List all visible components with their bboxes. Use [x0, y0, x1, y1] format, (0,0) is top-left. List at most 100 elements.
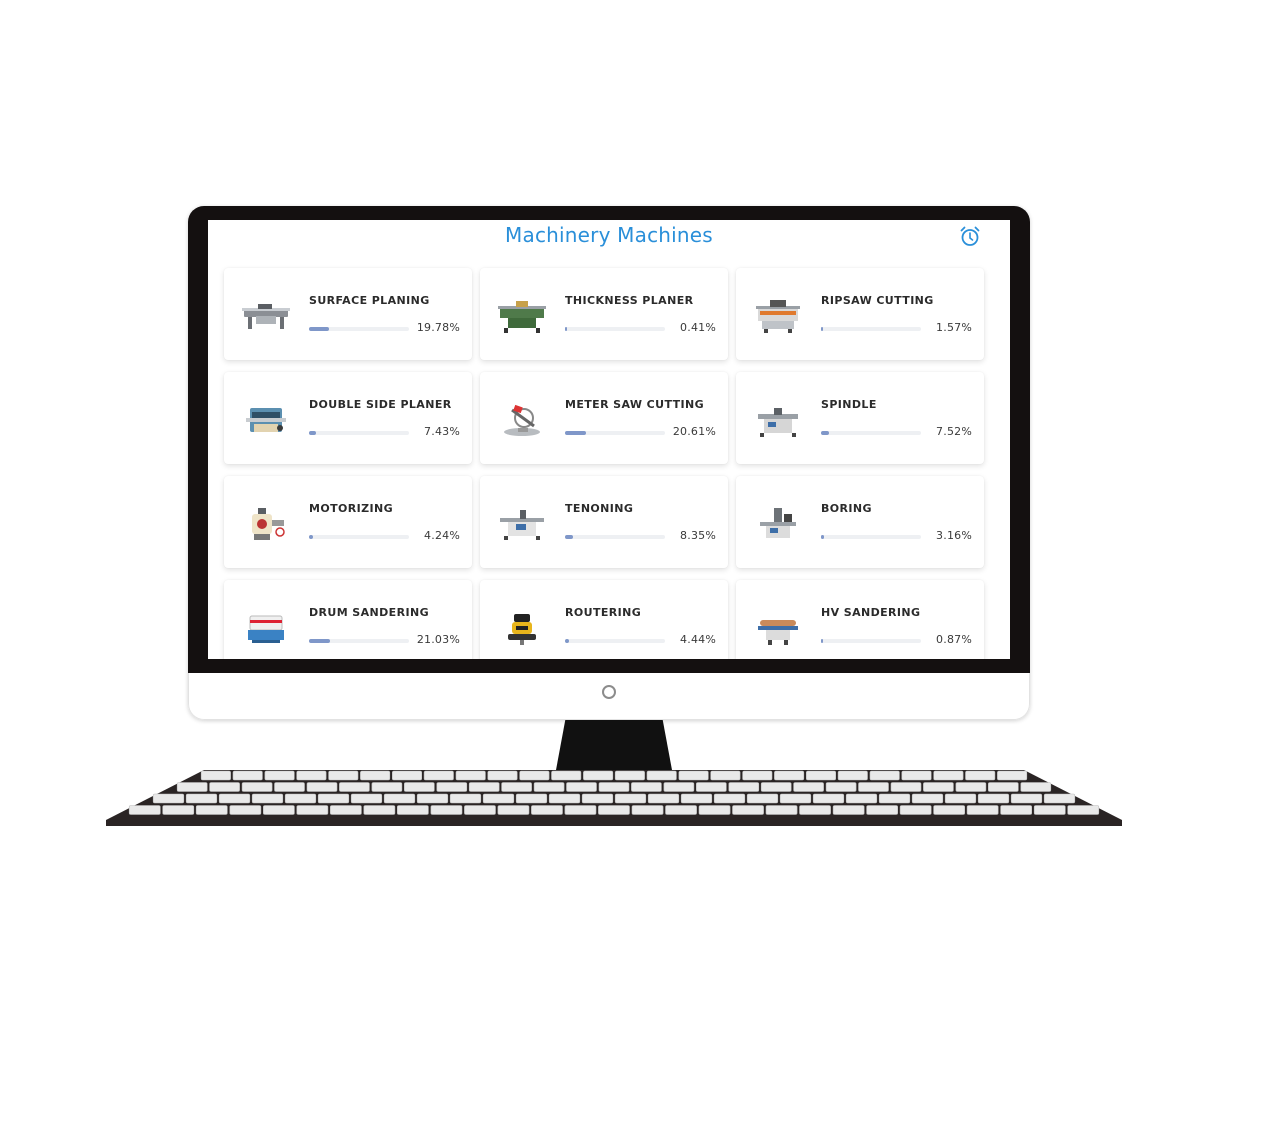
keyboard-key — [531, 805, 563, 815]
keyboard-key — [581, 793, 614, 804]
progress-bar — [309, 327, 409, 331]
machine-name: METER SAW CUTTING — [565, 398, 705, 411]
keyboard-key — [468, 782, 500, 792]
hv-sander-icon — [758, 620, 798, 645]
keyboard-key — [1020, 782, 1052, 792]
keyboard-key — [663, 782, 695, 792]
progress-bar — [821, 535, 921, 539]
keyboard-key — [746, 793, 779, 804]
machine-card-meter-saw[interactable]: METER SAW CUTTING 20.61% — [480, 372, 728, 464]
keyboard-key — [423, 770, 454, 781]
machine-percent: 19.78% — [416, 321, 460, 334]
keyboard-key — [396, 805, 429, 815]
keyboard-key — [837, 770, 868, 781]
keyboard-key — [665, 805, 697, 815]
keyboard-key — [464, 805, 496, 815]
machine-card-motorizing[interactable]: MOTORIZING 4.24% — [224, 476, 472, 568]
keyboard-key — [241, 782, 273, 792]
machine-name: DOUBLE SIDE PLANER — [309, 398, 452, 411]
alarm-clock-icon[interactable] — [959, 225, 981, 247]
keyboard-key — [779, 793, 812, 804]
tenoning-icon — [500, 510, 544, 540]
machine-percent: 0.41% — [680, 321, 716, 334]
machine-percent: 4.24% — [424, 529, 460, 542]
keyboard-key — [845, 793, 878, 804]
keyboard-key — [482, 793, 515, 804]
keyboard-key — [832, 805, 865, 815]
keyboard-key — [264, 770, 295, 781]
keyboard-key — [825, 782, 857, 792]
monitor-chin — [188, 673, 1030, 720]
keyboard-key — [564, 805, 597, 815]
machine-name: SPINDLE — [821, 398, 877, 411]
keyboard-key — [647, 793, 680, 804]
keyboard-key — [436, 782, 468, 792]
machine-card-spindle[interactable]: SPINDLE 7.52% — [736, 372, 984, 464]
keyboard-key — [209, 782, 240, 792]
keyboard-key — [878, 793, 911, 804]
machine-name: TENONING — [565, 502, 634, 515]
keyboard-key — [383, 793, 416, 804]
machine-card-boring[interactable]: BORING 3.16% — [736, 476, 984, 568]
keyboard-key — [317, 793, 350, 804]
progress-bar — [821, 639, 921, 643]
progress-fill — [821, 535, 825, 539]
keyboard-key — [1000, 805, 1032, 815]
machine-percent: 8.35% — [680, 529, 716, 542]
progress-bar — [565, 639, 665, 643]
keyboard-key — [284, 793, 317, 804]
machine-card-router[interactable]: ROUTERING 4.44% — [480, 580, 728, 659]
keyboard-key — [774, 770, 805, 781]
keyboard-key — [997, 770, 1028, 781]
keyboard-key — [251, 793, 284, 804]
keyboard-key — [583, 770, 614, 781]
keyboard-key — [899, 805, 932, 815]
keyboard-key — [869, 770, 900, 781]
machine-card-tenoning[interactable]: TENONING 8.35% — [480, 476, 728, 568]
machine-percent: 3.16% — [936, 529, 972, 542]
keyboard-key — [519, 770, 550, 781]
keyboard-key — [263, 805, 295, 815]
machine-card-drum-sander[interactable]: DRUM SANDERING 21.03% — [224, 580, 472, 659]
progress-bar — [565, 327, 665, 331]
keyboard-key — [698, 805, 731, 815]
app-screen: Machinery Machines SURFACE PLANING 19.78… — [208, 220, 1010, 659]
progress-bar — [309, 639, 409, 643]
keyboard-key — [328, 770, 359, 781]
drum-sander-icon — [248, 615, 284, 643]
thickness-planer-icon — [498, 301, 546, 333]
keyboard-key — [195, 805, 228, 815]
machine-card-double-side-planer[interactable]: DOUBLE SIDE PLANER 7.43% — [224, 372, 472, 464]
keyboard-key — [566, 782, 597, 792]
keyboard-key — [742, 770, 773, 781]
machine-card-surface-planer[interactable]: SURFACE PLANING 19.78% — [224, 268, 472, 360]
keyboard-key — [360, 770, 391, 781]
machine-card-ripsaw[interactable]: RIPSAW CUTTING 1.57% — [736, 268, 984, 360]
keyboard-key — [678, 770, 709, 781]
keyboard-key — [1067, 805, 1100, 815]
keyboard-key — [501, 782, 532, 792]
keyboard-key — [128, 805, 161, 815]
keyboard-key — [274, 782, 305, 792]
keyboard-key — [944, 793, 977, 804]
keyboard-key — [306, 782, 338, 792]
machine-card-thickness-planer[interactable]: THICKNESS PLANER 0.41% — [480, 268, 728, 360]
keyboard-key — [403, 782, 435, 792]
machine-percent: 20.61% — [672, 425, 716, 438]
progress-bar — [309, 535, 409, 539]
keyboard-key — [710, 770, 741, 781]
keyboard-key — [1033, 805, 1066, 815]
keyboard-key — [176, 782, 208, 792]
keyboard-key — [631, 805, 664, 815]
keyboard-key — [296, 805, 329, 815]
keyboard-key — [890, 782, 922, 792]
progress-fill — [309, 327, 329, 331]
machine-name: DRUM SANDERING — [309, 606, 429, 619]
keyboard-key — [1010, 793, 1043, 804]
machine-percent: 21.03% — [416, 633, 460, 646]
keyboard-key — [330, 805, 362, 815]
machine-card-hv-sander[interactable]: HV SANDERING 0.87% — [736, 580, 984, 659]
progress-bar — [821, 431, 921, 435]
progress-fill — [821, 327, 823, 331]
machine-name: HV SANDERING — [821, 606, 921, 619]
